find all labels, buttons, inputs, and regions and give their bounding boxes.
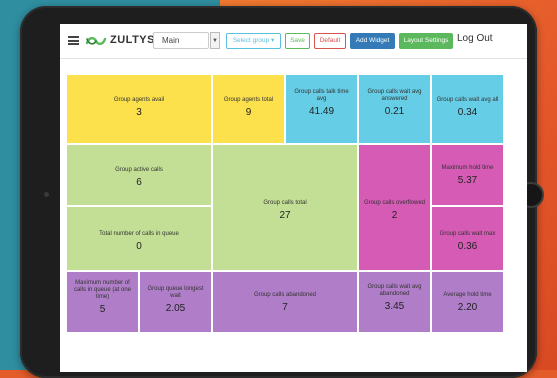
tile-label: Group calls overflowed (363, 200, 426, 206)
tile-label: Average hold time (443, 292, 492, 298)
tile-group-calls-overflowed[interactable]: Group calls overflowed 2 (358, 144, 431, 271)
tile-total-calls-in-queue[interactable]: Total number of calls in queue 0 (66, 206, 212, 271)
tile-value: 27 (279, 210, 291, 221)
tile-value: 3.45 (384, 301, 405, 312)
tile-label: Group agents avail (113, 97, 165, 103)
tile-value: 5 (99, 304, 106, 315)
tile-group-calls-wait-avg-all[interactable]: Group calls wait avg all 0.34 (431, 74, 504, 144)
tablet-frame: ZULTYS Main ▼ Select group ▾ Save Defaul… (20, 6, 544, 378)
tile-label: Group active calls (115, 167, 163, 173)
layout-settings-button[interactable]: Layout Settings (399, 33, 453, 49)
default-button[interactable]: Default (314, 33, 346, 49)
tile-group-calls-talk-time-avg[interactable]: Group calls talk time avg 41.49 (285, 74, 358, 144)
tile-value: 2 (391, 210, 398, 221)
tile-group-calls-wait-avg-answered[interactable]: Group calls wait avg answered 0.21 (358, 74, 431, 144)
tile-group-calls-wait-max[interactable]: Group calls wait max 0.36 (431, 206, 504, 271)
tile-label: Total number of calls in queue (99, 231, 179, 237)
camera-icon (44, 192, 49, 197)
save-button[interactable]: Save (285, 33, 310, 49)
tile-label: Group calls abandoned (253, 292, 317, 298)
tile-group-active-calls[interactable]: Group active calls 6 (66, 144, 212, 206)
top-toolbar: ZULTYS Main ▼ Select group ▾ Save Defaul… (60, 24, 527, 59)
tile-value: 3 (136, 107, 142, 118)
tile-value: 6 (136, 177, 142, 188)
logout-button[interactable]: Log Out (457, 33, 493, 44)
tile-label: Group calls wait avg abandoned (367, 284, 422, 297)
select-group-button[interactable]: Select group ▾ (226, 33, 281, 49)
tile-value: 2.05 (165, 303, 186, 314)
tile-group-agents-total[interactable]: Group agents total 9 (212, 74, 285, 144)
tile-value: 0 (136, 241, 142, 252)
tile-group-agents-avail[interactable]: Group agents avail 3 (66, 74, 212, 144)
tile-group-calls-abandoned[interactable]: Group calls abandoned 7 (212, 271, 358, 333)
tile-label: Group calls total (263, 200, 307, 206)
hamburger-menu-icon[interactable] (68, 36, 79, 45)
tile-max-calls-in-queue[interactable]: Maximum number of calls in queue (at one… (66, 271, 139, 333)
tile-value: 5.37 (457, 175, 478, 186)
chevron-down-icon[interactable]: ▼ (210, 32, 220, 49)
tile-value: 2.20 (457, 302, 478, 313)
tile-label: Group calls wait max (439, 231, 496, 237)
tile-label: Group queue longest wait (147, 286, 204, 299)
dashboard-select[interactable]: Main (153, 32, 209, 49)
tile-value: 7 (282, 302, 288, 313)
dashboard-screen: ZULTYS Main ▼ Select group ▾ Save Defaul… (60, 24, 527, 372)
logo-text: ZULTYS (110, 34, 155, 46)
tile-value: 41.49 (308, 106, 335, 117)
tile-label: Group calls wait avg answered (367, 89, 422, 102)
tile-group-calls-wait-avg-abandoned[interactable]: Group calls wait avg abandoned 3.45 (358, 271, 431, 333)
tile-label: Group calls wait avg all (436, 97, 499, 103)
tile-group-queue-longest-wait[interactable]: Group queue longest wait 2.05 (139, 271, 212, 333)
zultys-logo-icon (85, 37, 107, 45)
tile-value: 0.36 (457, 241, 478, 252)
tile-value: 0.34 (457, 107, 478, 118)
tile-label: Group agents total (223, 97, 274, 103)
tile-label: Maximum number of calls in queue (at one… (73, 280, 132, 300)
tile-maximum-hold-time[interactable]: Maximum hold time 5.37 (431, 144, 504, 206)
tile-value: 9 (245, 107, 252, 118)
add-widget-button[interactable]: Add Widget (350, 33, 395, 49)
tile-average-hold-time[interactable]: Average hold time 2.20 (431, 271, 504, 333)
tile-label: Group calls talk time avg (294, 89, 349, 102)
tile-group-calls-total[interactable]: Group calls total 27 (212, 144, 358, 271)
tile-value: 0.21 (384, 106, 405, 117)
tile-label: Maximum hold time (441, 165, 494, 171)
